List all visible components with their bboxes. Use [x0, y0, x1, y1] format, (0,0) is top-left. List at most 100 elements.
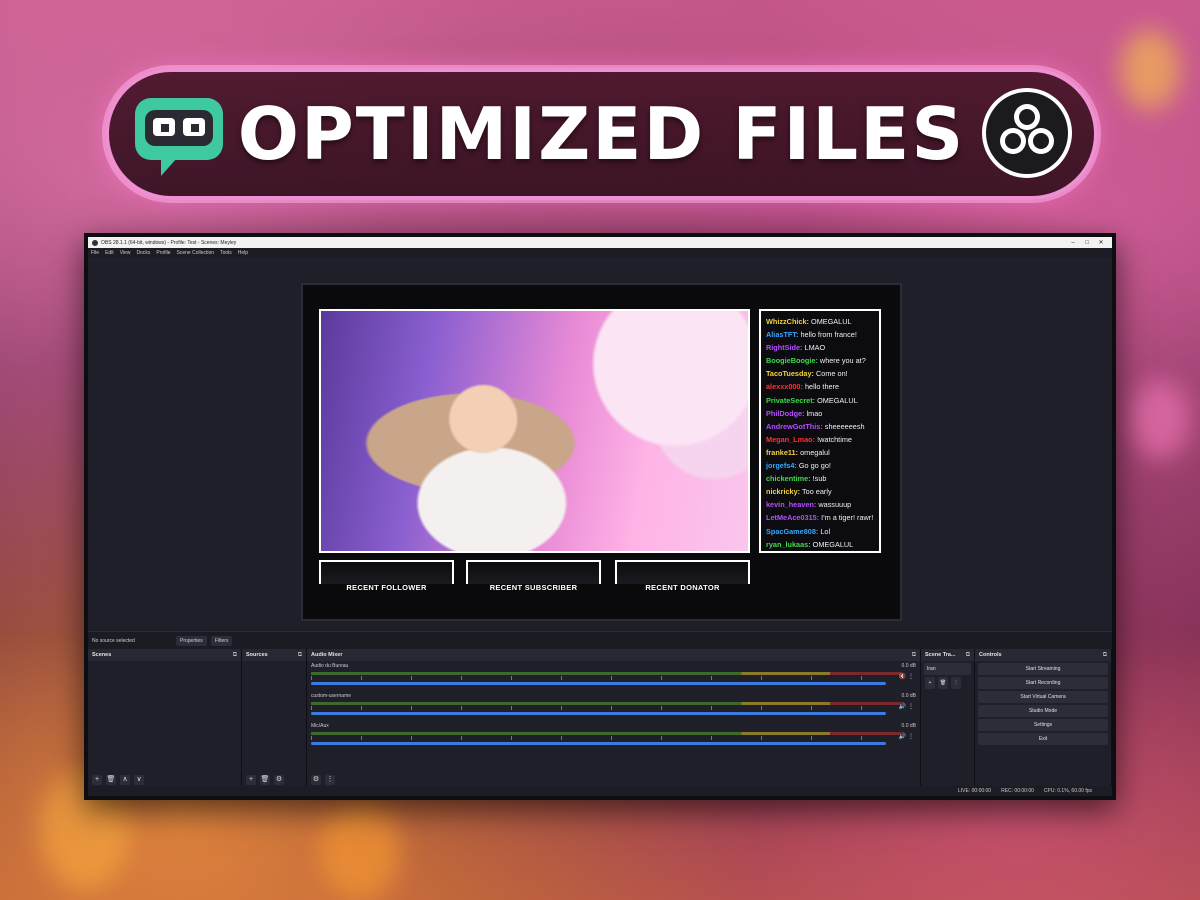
- controls-dock: Controls ⧉ Start Streaming Start Recordin…: [975, 649, 1112, 788]
- minimize-icon[interactable]: –: [1066, 240, 1080, 246]
- recent-subscriber-frame: RECENT SUBSCRIBER: [466, 560, 601, 592]
- menu-file[interactable]: File: [91, 250, 99, 256]
- recent-subscriber-label: RECENT SUBSCRIBER: [489, 583, 578, 592]
- chat-username: alexxx000:: [766, 382, 803, 392]
- trash-icon[interactable]: 🗑: [106, 775, 116, 785]
- move-down-icon[interactable]: ∨: [134, 775, 144, 785]
- audio-mixer-dock: Audio Mixer ⧉ Audio du Bureau 0.0 dB 🔇 ⋮ …: [307, 649, 921, 788]
- volume-meter: [311, 702, 901, 705]
- add-icon[interactable]: +: [246, 775, 256, 785]
- chat-message: BoogieBoogie: where you at?: [766, 354, 874, 367]
- rec-status: REC: 00:00:00: [1001, 788, 1034, 794]
- chat-username: Megan_Lmao:: [766, 434, 816, 444]
- chat-username: TacoTuesday:: [766, 369, 814, 379]
- studio-mode-button[interactable]: Studio Mode: [978, 705, 1108, 717]
- volume-meter: [311, 732, 901, 735]
- settings-button[interactable]: Settings: [978, 719, 1108, 731]
- volume-slider[interactable]: [311, 712, 886, 715]
- add-icon[interactable]: +: [925, 677, 935, 689]
- chat-username: jorgefs4:: [766, 461, 797, 471]
- speaker-icon[interactable]: 🔊 ⋮: [899, 703, 914, 710]
- chat-username: SpacGame808:: [766, 526, 819, 536]
- chat-username: chickentime:: [766, 474, 811, 484]
- move-up-icon[interactable]: ∧: [120, 775, 130, 785]
- chat-text: wassuuup: [818, 500, 852, 510]
- undock-icon[interactable]: ⧉: [912, 652, 916, 659]
- chat-username: PhilDodge:: [766, 408, 805, 418]
- start-recording-button[interactable]: Start Recording: [978, 677, 1108, 689]
- chat-username: BoogieBoogie:: [766, 356, 818, 366]
- close-icon[interactable]: ✕: [1094, 239, 1108, 246]
- filters-button[interactable]: Filters: [210, 636, 233, 646]
- recent-donator-frame: RECENT DONATOR: [615, 560, 750, 592]
- bokeh-light: [1130, 380, 1190, 460]
- mixer-channel-name: Mic/Aux: [311, 723, 329, 729]
- menu-docks[interactable]: Docks: [136, 250, 150, 256]
- chat-text: OMEGALUL: [817, 395, 858, 405]
- menu-profile[interactable]: Profile: [156, 250, 170, 256]
- chat-message: ryan_lukaas: OMEGALUL: [766, 538, 874, 551]
- mixer-channel-name: Audio du Bureau: [311, 663, 349, 669]
- volume-slider[interactable]: [311, 742, 886, 745]
- no-source-label: No source selected: [92, 638, 135, 644]
- undock-icon[interactable]: ⧉: [966, 652, 970, 659]
- sources-dock-title: Sources: [246, 652, 268, 658]
- speaker-icon[interactable]: 🔇 ⋮: [899, 673, 914, 680]
- menu-edit[interactable]: Edit: [105, 250, 114, 256]
- mixer-channel-name: custom-username: [311, 693, 352, 699]
- menu-scene-collection[interactable]: Scene Collection: [177, 250, 215, 256]
- stream-preview-canvas[interactable]: WhizzChick: OMEGALUL AliasTFT: hello from…: [301, 283, 902, 621]
- volume-slider[interactable]: [311, 682, 886, 685]
- undock-icon[interactable]: ⧉: [233, 652, 237, 659]
- gear-icon[interactable]: ⚙: [311, 775, 321, 785]
- chat-message: PrivateSecret: OMEGALUL: [766, 394, 874, 407]
- mixer-channel-db: 0.0 dB: [901, 693, 916, 699]
- chat-message: nickricky: Too early: [766, 485, 874, 498]
- chat-username: WhizzChick:: [766, 317, 809, 326]
- chat-text: OMEGALUL: [812, 539, 854, 549]
- add-icon[interactable]: +: [92, 775, 102, 785]
- undock-icon[interactable]: ⧉: [1103, 652, 1107, 659]
- meter-ticks: [311, 706, 901, 710]
- controls-title: Controls: [979, 652, 1002, 658]
- speaker-icon[interactable]: 🔊 ⋮: [899, 733, 914, 740]
- undock-icon[interactable]: ⧉: [298, 652, 302, 659]
- exit-button[interactable]: Exit: [978, 733, 1108, 745]
- chat-message: Megan_Lmao: !watchtime: [766, 433, 874, 446]
- mixer-channel: Audio du Bureau 0.0 dB 🔇 ⋮: [307, 661, 920, 691]
- menu-dots-icon[interactable]: ⋮: [951, 677, 961, 689]
- menu-view[interactable]: View: [120, 250, 131, 256]
- meter-ticks: [311, 736, 901, 740]
- trash-icon[interactable]: 🗑: [938, 677, 948, 689]
- volume-meter: [311, 672, 901, 675]
- menu-help[interactable]: Help: [238, 250, 248, 256]
- properties-button[interactable]: Properties: [176, 636, 207, 646]
- chat-text: !sub: [812, 474, 827, 484]
- title-banner: OPTIMIZED FILES: [105, 68, 1098, 200]
- chat-message: RightSide: LMAO: [766, 341, 874, 354]
- chat-text: Go go go!: [798, 461, 831, 471]
- chat-message: AndrewGotThis: sheeeeeesh: [766, 420, 874, 433]
- maximize-icon[interactable]: □: [1080, 240, 1094, 246]
- chat-text: lmao: [806, 408, 823, 418]
- chat-username: LetMeAce0315:: [766, 513, 820, 523]
- banner-title: OPTIMIZED FILES: [237, 92, 966, 176]
- transition-select[interactable]: Iran: [924, 663, 971, 675]
- cpu-status: CPU: 0.1%, 60.00 fps: [1043, 788, 1092, 794]
- gear-icon[interactable]: ⚙: [274, 775, 284, 785]
- trash-icon[interactable]: 🗑: [260, 775, 270, 785]
- chat-text: I'm a tiger! rawr!: [821, 513, 874, 523]
- start-virtual-camera-button[interactable]: Start Virtual Camera: [978, 691, 1108, 703]
- start-streaming-button[interactable]: Start Streaming: [978, 663, 1108, 675]
- chat-message: AliasTFT: hello from france!: [766, 328, 874, 341]
- chat-message: SpacGame808: Lol: [766, 525, 874, 538]
- recent-follower-frame: RECENT FOLLOWER: [319, 560, 454, 592]
- mixer-channel-db: 0.0 dB: [901, 723, 916, 729]
- chat-message: WhizzChick: OMEGALUL: [766, 315, 874, 328]
- chat-text: sheeeeeesh: [824, 421, 865, 431]
- menu-dots-icon[interactable]: ⋮: [325, 775, 335, 785]
- mixer-channel-db: 0.0 dB: [901, 663, 916, 669]
- menu-tools[interactable]: Tools: [220, 250, 232, 256]
- chat-text: where you at?: [819, 356, 866, 366]
- chat-text: Lol: [820, 526, 831, 536]
